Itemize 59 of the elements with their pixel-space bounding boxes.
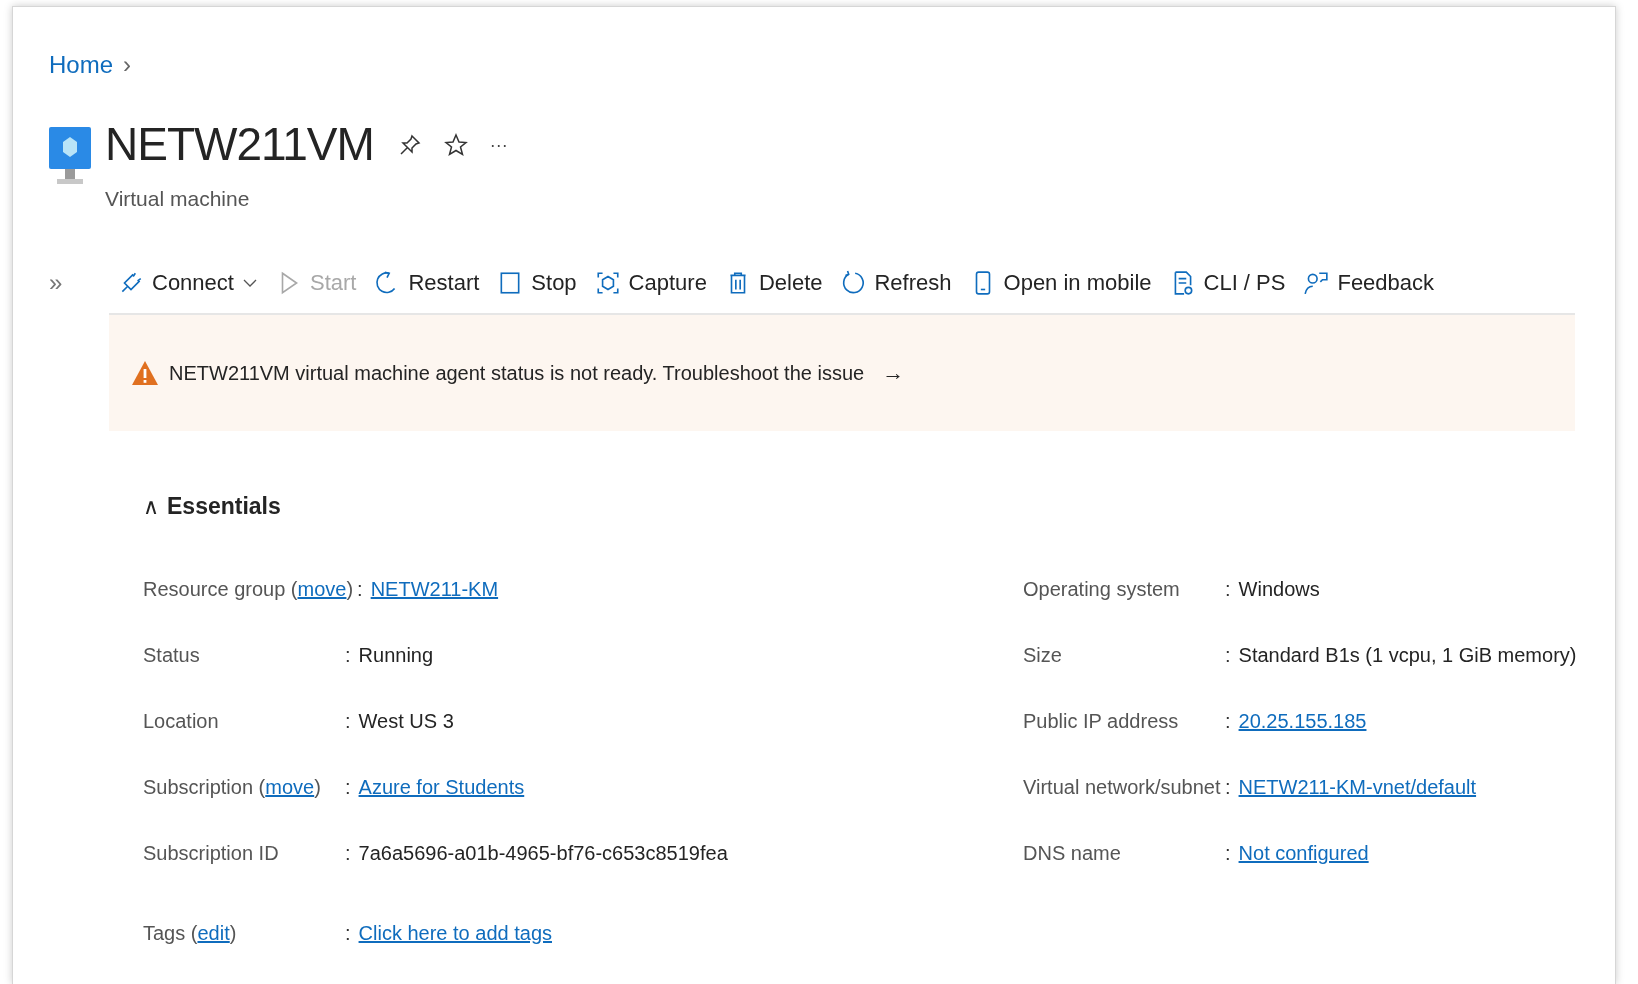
separator-colon: :	[345, 921, 351, 945]
toolbar-button[interactable]: Feedback	[1294, 270, 1444, 296]
field-action-link[interactable]: edit	[197, 921, 230, 944]
warning-icon	[131, 359, 159, 387]
field-label: Operating system	[1023, 577, 1181, 601]
separator-colon: :	[345, 841, 351, 865]
field-label: Tags (edit)	[143, 921, 238, 945]
separator-colon: :	[345, 709, 351, 733]
separator-colon: :	[1225, 709, 1231, 733]
field-value-link[interactable]: NETW211-KM-vnet/default	[1238, 775, 1477, 799]
field-label: Status	[143, 643, 201, 667]
refresh-icon	[840, 270, 867, 296]
field-value: Windows	[1238, 577, 1320, 601]
field-label: Resource group (move)	[143, 577, 354, 601]
breadcrumb-link[interactable]: Home	[49, 51, 114, 79]
field-value: West US 3	[358, 709, 454, 733]
field-value-link[interactable]: Not configured	[1238, 841, 1369, 865]
field-value-link[interactable]: Azure for Students	[358, 775, 525, 799]
field-label: Subscription (move)	[143, 775, 322, 799]
separator-colon: :	[345, 775, 351, 799]
arrow-link[interactable]: →	[882, 360, 905, 386]
toolbar-button[interactable]: Restart	[365, 270, 489, 296]
separator-colon: :	[1225, 841, 1231, 865]
field-label: Location	[143, 709, 220, 733]
field-value-link[interactable]: 20.25.155.185	[1238, 709, 1367, 733]
section-title: Essentials	[167, 493, 281, 520]
toolbar-button[interactable]: Capture	[585, 270, 716, 296]
field-label: Subscription ID	[143, 841, 280, 865]
page-subtitle: Virtual machine	[105, 187, 251, 211]
breadcrumb-chevron: ›	[123, 51, 132, 79]
expand-button[interactable]: »	[49, 269, 109, 297]
separator-colon: :	[357, 577, 363, 601]
star-icon[interactable]	[443, 133, 468, 157]
person-feedback-icon	[1303, 270, 1330, 296]
warning-message: NETW211VM virtual machine agent status is not ready. Troubleshoot the issue	[169, 361, 865, 385]
field-label: Size	[1023, 643, 1063, 667]
field-label: Virtual network/subnet	[1023, 775, 1221, 799]
toolbar-button[interactable]: Refresh	[831, 270, 961, 296]
field-value: Running	[358, 643, 434, 667]
toolbar-button[interactable]: Connect	[109, 270, 267, 296]
page-title: NETW211VM	[105, 117, 374, 171]
separator-colon: :	[1225, 643, 1231, 667]
toolbar-button[interactable]: CLI / PS	[1160, 270, 1295, 296]
toolbar-button[interactable]: Stop	[488, 270, 586, 296]
separator-colon: :	[1225, 577, 1231, 601]
field-value: 7a6a5696-a01b-4965-bf76-c653c8519fea	[358, 841, 728, 865]
field-value-link[interactable]: NETW211-KM	[370, 577, 499, 601]
toolbar-button[interactable]: Delete	[715, 270, 832, 296]
separator-colon: :	[1225, 775, 1231, 799]
capture-icon	[594, 270, 621, 296]
field-label: Public IP address	[1023, 709, 1180, 733]
field-value-link[interactable]: Click here to add tags	[358, 921, 552, 945]
field-action-link[interactable]: move	[265, 775, 315, 798]
separator-colon: :	[345, 643, 351, 667]
field-value: Standard B1s (1 vcpu, 1 GiB memory)	[1238, 643, 1577, 667]
field-label: DNS name	[1023, 841, 1122, 865]
more-button[interactable]: ···	[489, 134, 508, 156]
toolbar-button[interactable]: Open in mobile	[960, 270, 1161, 296]
collapse-caret[interactable]: ∧	[143, 493, 159, 520]
